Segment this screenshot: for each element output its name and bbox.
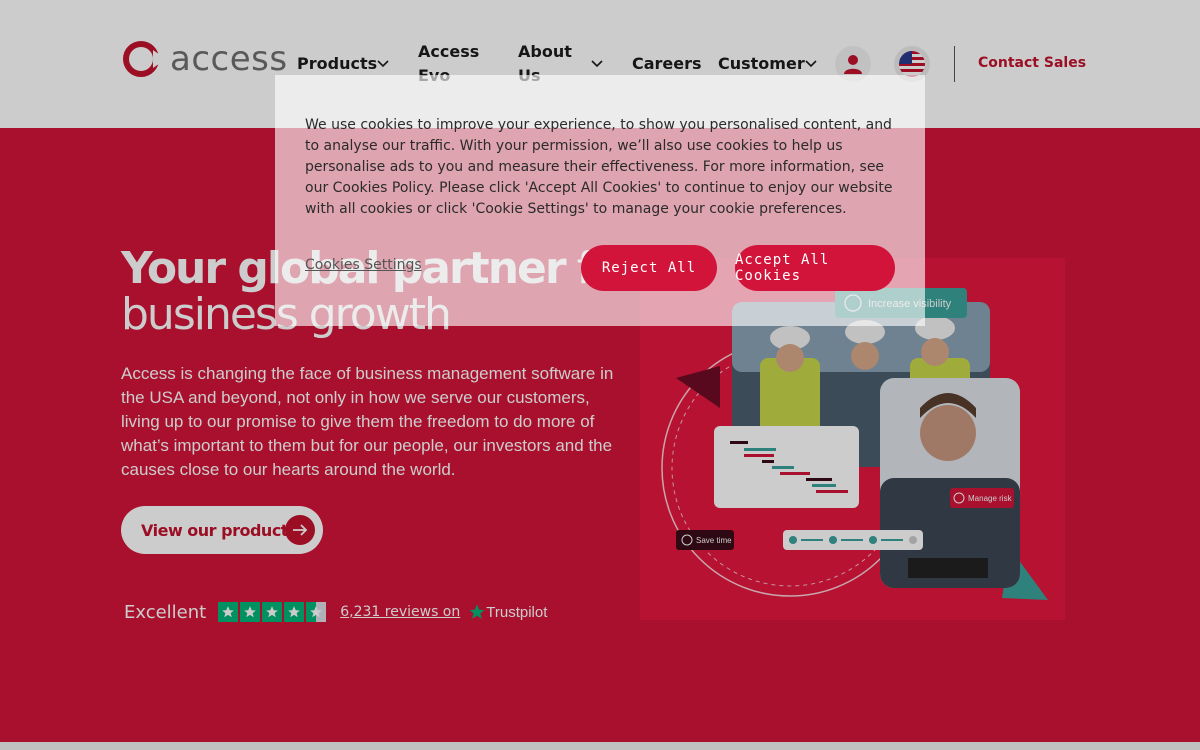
cookie-settings-link[interactable]: Cookies Settings bbox=[305, 257, 422, 273]
accept-all-cookies-button[interactable]: Accept All Cookies bbox=[735, 245, 895, 291]
reject-all-button[interactable]: Reject All bbox=[581, 245, 717, 291]
cookie-text: We use cookies to improve your experienc… bbox=[305, 117, 893, 217]
cookie-banner: We use cookies to improve your experienc… bbox=[275, 75, 925, 326]
